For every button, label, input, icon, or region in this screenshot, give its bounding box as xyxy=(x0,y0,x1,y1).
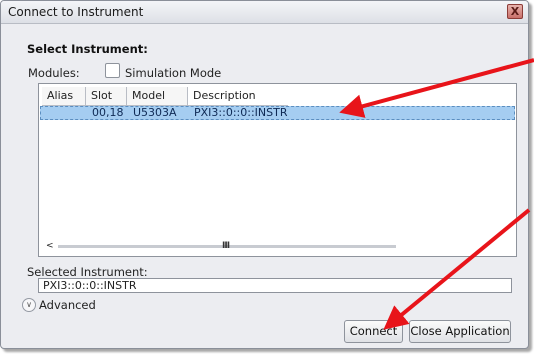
list-header: Alias Slot Model Description xyxy=(42,87,288,106)
chevron-down-icon[interactable]: ∨ xyxy=(22,298,36,312)
connect-dialog: Connect to Instrument X Select Instrumen… xyxy=(0,0,529,349)
title-bar[interactable]: Connect to Instrument X xyxy=(1,1,528,24)
selected-instrument-field[interactable]: PXI3::0::0::INSTR xyxy=(38,278,512,293)
simulation-mode-label[interactable]: Simulation Mode xyxy=(125,66,221,80)
close-application-button[interactable]: Close Application xyxy=(409,320,511,343)
section-title: Select Instrument: xyxy=(27,42,148,56)
modules-label: Modules: xyxy=(28,66,80,80)
simulation-mode-checkbox[interactable] xyxy=(105,63,120,78)
cell-slot: 00,18 xyxy=(92,106,124,119)
scroll-thumb-grip-icon[interactable]: III xyxy=(222,240,230,253)
window-title: Connect to Instrument xyxy=(8,5,144,19)
connect-button[interactable]: Connect xyxy=(344,320,403,343)
horizontal-scrollbar[interactable]: < III xyxy=(42,240,513,253)
column-header-description[interactable]: Description xyxy=(188,87,288,105)
cell-alias xyxy=(41,107,87,119)
column-header-slot[interactable]: Slot xyxy=(86,87,127,105)
close-icon: X xyxy=(510,5,520,18)
cell-description: PXI3::0::0::INSTR xyxy=(194,106,288,119)
table-row[interactable]: 00,18 U5303A PXI3::0::0::INSTR xyxy=(40,106,515,120)
cell-model: U5303A xyxy=(133,106,177,119)
column-header-model[interactable]: Model xyxy=(127,87,188,105)
selected-instrument-label: Selected Instrument: xyxy=(27,265,148,279)
scroll-left-arrow-icon[interactable]: < xyxy=(46,240,54,253)
instrument-list[interactable]: Alias Slot Model Description 00,18 U5303… xyxy=(38,83,517,257)
close-window-button[interactable]: X xyxy=(507,4,523,19)
advanced-label[interactable]: Advanced xyxy=(39,298,96,312)
column-header-alias[interactable]: Alias xyxy=(42,87,86,105)
